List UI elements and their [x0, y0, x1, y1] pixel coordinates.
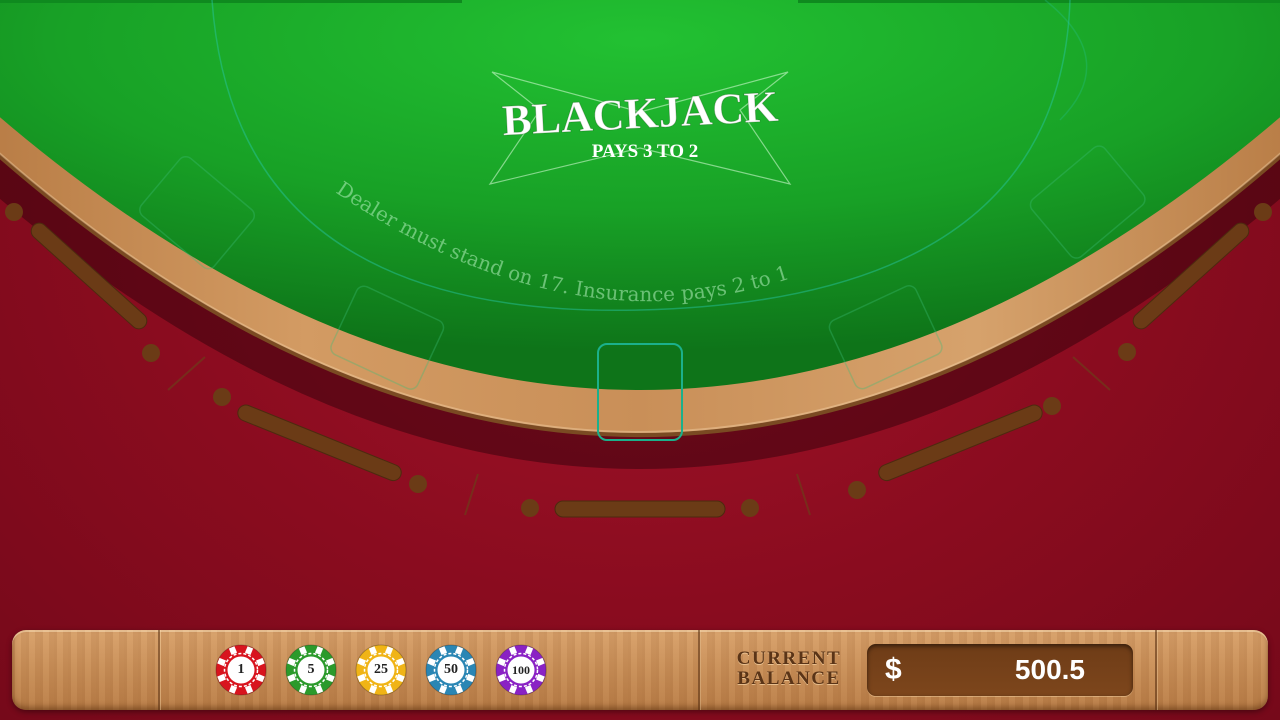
blackjack-payout: PAYS 3 TO 2: [592, 141, 698, 162]
chip-5-button[interactable]: 5: [285, 644, 337, 696]
balance-value: 500.5: [1014, 654, 1085, 685]
balance-label-line1: CURRENT: [736, 648, 842, 669]
chip-value-label: 25: [374, 662, 388, 677]
chip-tray: 1 5 25 50 100: [215, 638, 547, 702]
chip-25-button[interactable]: 25: [355, 644, 407, 696]
felt-top-stripe-right: [798, 0, 1280, 3]
chip-value-label: 100: [512, 663, 530, 677]
bar-seam: [698, 630, 700, 710]
chip-1-button[interactable]: 1: [215, 644, 267, 696]
chip-100-button[interactable]: 100: [495, 644, 547, 696]
balance-label-line2: BALANCE: [737, 668, 841, 689]
chip-value-label: 1: [237, 662, 245, 677]
current-balance-label: CURRENT BALANCE: [718, 649, 860, 689]
balance-display: $ 500.5: [867, 644, 1133, 696]
chip-value-label: 5: [307, 662, 315, 677]
bar-seam: [158, 630, 160, 710]
felt-top-stripe-left: [0, 0, 462, 3]
bar-seam: [1155, 630, 1157, 710]
dollar-icon: $: [885, 653, 902, 686]
bottom-control-bar: 1 5 25 50 100 CURRENT BALANCE $ 500.5: [12, 630, 1268, 710]
blackjack-table-scene: BLACKJACK PAYS 3 TO 2 Dealer must stand …: [0, 0, 1280, 518]
chip-value-label: 50: [444, 662, 458, 677]
chip-50-button[interactable]: 50: [425, 644, 477, 696]
